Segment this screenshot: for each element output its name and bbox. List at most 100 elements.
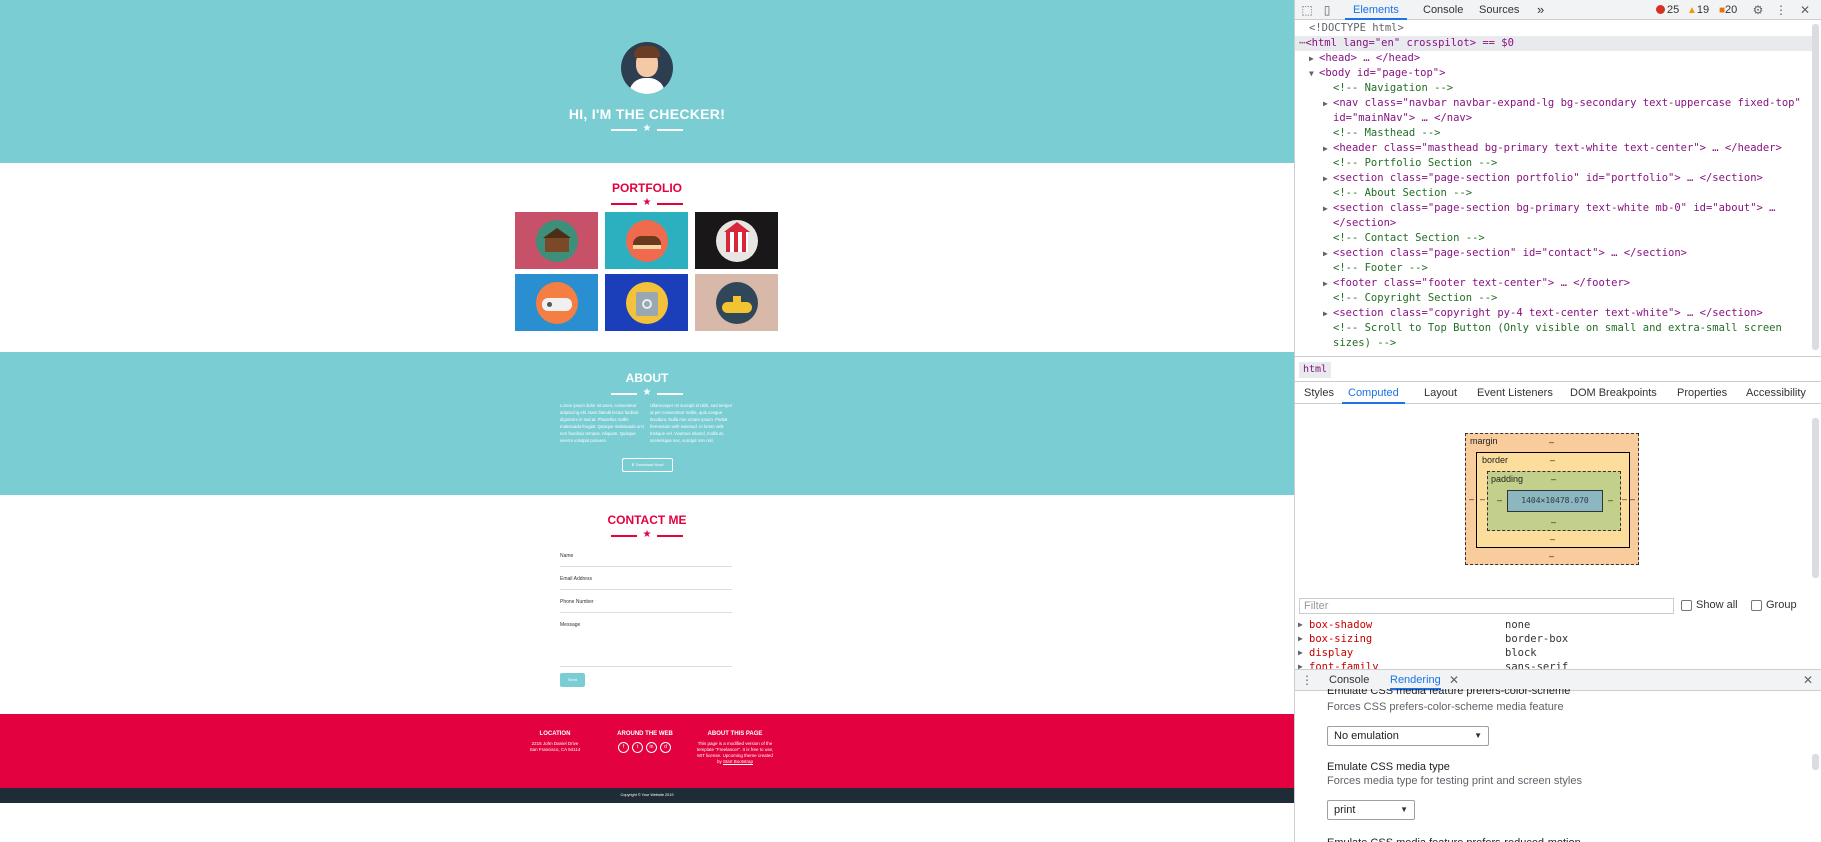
collapse-triangle-icon[interactable]: ▼ bbox=[1309, 66, 1319, 81]
expand-triangle-icon[interactable]: ▶ bbox=[1323, 96, 1333, 111]
dom-node[interactable]: <!-- Navigation --> bbox=[1295, 81, 1812, 96]
dom-node[interactable]: ▶ <nav class="navbar navbar-expand-lg bg-… bbox=[1295, 96, 1812, 111]
expand-triangle-icon[interactable]: ▶ bbox=[1298, 632, 1308, 646]
tab-layout[interactable]: Layout bbox=[1424, 382, 1457, 404]
rendering-scrollbar[interactable] bbox=[1812, 754, 1819, 770]
close-drawer-icon[interactable]: ✕ bbox=[1800, 672, 1816, 688]
dom-node[interactable]: ▶ <header class="masthead bg-primary text… bbox=[1295, 141, 1812, 156]
dom-node[interactable]: <!-- Scroll to Top Button (Only visible … bbox=[1295, 321, 1812, 336]
close-rendering-tab-icon[interactable]: ✕ bbox=[1446, 672, 1462, 688]
portfolio-item-safe[interactable] bbox=[605, 274, 688, 331]
computed-property[interactable]: ▶ box-shadow none bbox=[1295, 618, 1812, 632]
tab-sources[interactable]: Sources bbox=[1471, 0, 1527, 20]
kebab-menu-icon[interactable]: ⋮ bbox=[1773, 2, 1789, 18]
warnings-badge[interactable]: ▲19 bbox=[1687, 3, 1709, 17]
show-all-checkbox[interactable] bbox=[1681, 600, 1692, 611]
dom-node[interactable]: <!-- Footer --> bbox=[1295, 261, 1812, 276]
dom-node[interactable]: id="mainNav"> … </nav> bbox=[1295, 111, 1812, 126]
tab-event-listeners[interactable]: Event Listeners bbox=[1477, 382, 1553, 404]
dom-node[interactable]: ▶ <head> … </head> bbox=[1295, 51, 1812, 66]
dom-node[interactable]: ▶ <section class="page-section bg-primary… bbox=[1295, 201, 1812, 216]
portfolio-item-circus[interactable] bbox=[695, 212, 778, 269]
website-viewport[interactable]: HI, I'M THE CHECKER! ★ PORTFOLIO ★ ABOUT… bbox=[0, 0, 1294, 842]
dom-node[interactable]: ▶ <footer class="footer text-center"> … <… bbox=[1295, 276, 1812, 291]
email-field-underline bbox=[560, 589, 732, 590]
expand-triangle-icon[interactable]: ▶ bbox=[1323, 246, 1333, 261]
close-icon[interactable]: ✕ bbox=[1797, 2, 1813, 18]
dom-node-selected[interactable]: ⋯<html lang="en" crosspilot> == $0 bbox=[1295, 36, 1812, 51]
expand-triangle-icon[interactable]: ▶ bbox=[1323, 171, 1333, 186]
name-field[interactable]: Name bbox=[560, 553, 573, 559]
tab-accessibility[interactable]: Accessibility bbox=[1746, 382, 1806, 404]
download-button[interactable]: ⬇ Download Now! bbox=[622, 458, 673, 472]
computed-property[interactable]: ▶ box-sizing border-box bbox=[1295, 632, 1812, 646]
breadcrumb-item-html[interactable]: html bbox=[1299, 362, 1332, 378]
start-bootstrap-link[interactable]: Start Bootstrap bbox=[723, 759, 753, 764]
box-model-border[interactable]: border – – – – padding – – – – 1404×1047… bbox=[1476, 452, 1630, 548]
phone-field[interactable]: Phone Number bbox=[560, 599, 594, 605]
message-field[interactable]: Message bbox=[560, 622, 580, 628]
device-toolbar-icon[interactable]: ▯ bbox=[1319, 2, 1335, 18]
portfolio-item-cabin[interactable] bbox=[515, 212, 598, 269]
elements-tree[interactable]: <!DOCTYPE html> ⋯<html lang="en" crosspi… bbox=[1295, 20, 1812, 356]
portfolio-item-submarine[interactable] bbox=[695, 274, 778, 331]
computed-property[interactable]: ▶ font-family sans-serif bbox=[1295, 660, 1812, 669]
gear-icon[interactable]: ⚙ bbox=[1750, 2, 1766, 18]
dom-node[interactable]: ▶ <section class="copyright py-4 text-cen… bbox=[1295, 306, 1812, 321]
drawer-tab-rendering[interactable]: Rendering bbox=[1390, 670, 1441, 690]
issues-badge[interactable]: ■20 bbox=[1719, 3, 1737, 17]
expand-triangle-icon[interactable]: ▶ bbox=[1323, 276, 1333, 291]
dom-node[interactable]: <!-- Contact Section --> bbox=[1295, 231, 1812, 246]
facebook-icon[interactable]: f bbox=[618, 742, 629, 753]
expand-triangle-icon[interactable]: ▶ bbox=[1323, 306, 1333, 321]
twitter-icon[interactable]: t bbox=[632, 742, 643, 753]
dom-node[interactable]: ▼ <body id="page-top"> bbox=[1295, 66, 1812, 81]
dom-node[interactable]: <!-- Masthead --> bbox=[1295, 126, 1812, 141]
dom-node[interactable]: <!-- Portfolio Section --> bbox=[1295, 156, 1812, 171]
dom-node[interactable]: <!-- About Section --> bbox=[1295, 186, 1812, 201]
drawer-tab-console[interactable]: Console bbox=[1329, 670, 1369, 690]
linkedin-icon[interactable]: in bbox=[646, 742, 657, 753]
more-tabs-button[interactable]: » bbox=[1537, 0, 1544, 20]
tab-properties[interactable]: Properties bbox=[1677, 382, 1727, 404]
media-type-select[interactable]: print ▼ bbox=[1327, 800, 1415, 820]
box-model-padding[interactable]: padding – – – – 1404×10478.070 bbox=[1487, 471, 1621, 531]
drawer-menu-icon[interactable]: ⋮ bbox=[1299, 672, 1315, 688]
elements-scrollbar[interactable] bbox=[1812, 24, 1819, 350]
expand-triangle-icon[interactable]: ▶ bbox=[1298, 660, 1308, 669]
dom-node[interactable]: <!-- Copyright Section --> bbox=[1295, 291, 1812, 306]
dom-node[interactable]: </section> bbox=[1295, 216, 1812, 231]
expand-triangle-icon[interactable]: ▶ bbox=[1298, 646, 1308, 660]
tab-console[interactable]: Console bbox=[1415, 0, 1471, 20]
send-button[interactable]: Send bbox=[560, 673, 585, 687]
dom-node[interactable]: ▶ <section class="page-section portfolio"… bbox=[1295, 171, 1812, 186]
box-model-margin[interactable]: margin – – – – border – – – – padding – … bbox=[1465, 433, 1639, 565]
star-icon: ★ bbox=[642, 387, 652, 398]
box-model-content[interactable]: 1404×10478.070 bbox=[1507, 490, 1603, 512]
computed-scrollbar[interactable] bbox=[1812, 418, 1819, 578]
prefers-color-scheme-select[interactable]: No emulation ▼ bbox=[1327, 726, 1489, 746]
expand-triangle-icon[interactable]: ▶ bbox=[1323, 201, 1333, 216]
portfolio-item-game[interactable] bbox=[515, 274, 598, 331]
tab-dom-breakpoints[interactable]: DOM Breakpoints bbox=[1570, 382, 1657, 404]
tab-styles[interactable]: Styles bbox=[1304, 382, 1334, 404]
show-all-label: Show all bbox=[1696, 599, 1738, 611]
expand-triangle-icon[interactable]: ▶ bbox=[1323, 141, 1333, 156]
tab-elements[interactable]: Elements bbox=[1345, 0, 1407, 20]
filter-input[interactable]: Filter bbox=[1299, 598, 1674, 614]
email-field[interactable]: Email Address bbox=[560, 576, 592, 582]
dom-node[interactable]: ▶ <section class="page-section" id="conta… bbox=[1295, 246, 1812, 261]
padding-label: padding bbox=[1491, 474, 1524, 484]
tab-computed[interactable]: Computed bbox=[1342, 382, 1405, 404]
group-checkbox[interactable] bbox=[1751, 600, 1762, 611]
dom-node[interactable]: sizes) --> bbox=[1295, 336, 1812, 351]
expand-triangle-icon[interactable]: ▶ bbox=[1298, 618, 1308, 632]
computed-property[interactable]: ▶ display block bbox=[1295, 646, 1812, 660]
portfolio-item-cake[interactable] bbox=[605, 212, 688, 269]
footer-web-title: AROUND THE WEB bbox=[617, 731, 673, 737]
errors-badge[interactable]: 25 bbox=[1656, 3, 1679, 17]
dribbble-icon[interactable]: d bbox=[660, 742, 671, 753]
expand-triangle-icon[interactable]: ▶ bbox=[1309, 51, 1319, 66]
inspect-element-icon[interactable]: ⬚ bbox=[1299, 2, 1315, 18]
dom-node[interactable]: <!DOCTYPE html> bbox=[1295, 21, 1812, 36]
